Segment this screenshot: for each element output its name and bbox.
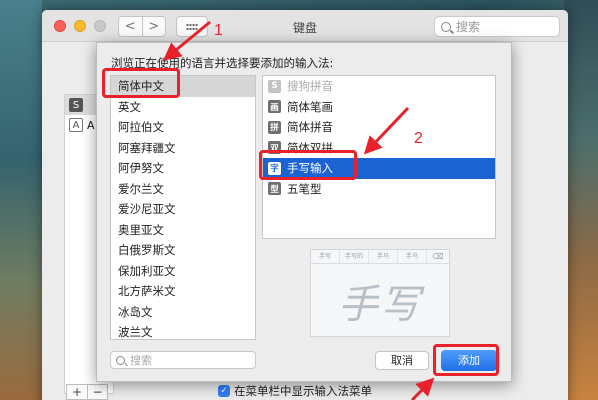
input-method-label: 五笔型	[287, 181, 322, 196]
search-icon	[441, 21, 451, 32]
pinyin-icon: 拼	[268, 120, 281, 134]
language-item[interactable]: 阿伊努文	[111, 158, 255, 179]
title-bar: < > 键盘 搜索	[42, 10, 568, 42]
wubi-icon: 型	[268, 182, 281, 196]
language-item[interactable]: 保加利亚文	[111, 261, 255, 282]
abc-icon: A	[69, 118, 83, 132]
desktop-wallpaper-right	[564, 0, 598, 400]
search-icon	[116, 355, 125, 365]
annotation-number-2: 2	[414, 130, 423, 147]
show-input-menu-label: 在菜单栏中显示输入法菜单	[234, 384, 372, 398]
language-item[interactable]: 奥里亚文	[111, 220, 255, 241]
desktop-wallpaper-left	[0, 0, 42, 400]
candidate-bar: 手写 手写的 手马 手乌 ⌫	[311, 250, 449, 264]
handwriting-sample: 手写	[338, 282, 422, 328]
window-search-field[interactable]: 搜索	[434, 16, 560, 37]
candidate-item: 手写	[311, 250, 340, 263]
language-item[interactable]: 阿拉伯文	[111, 117, 255, 138]
candidate-item: 手写的	[340, 250, 369, 263]
language-item[interactable]: 英文	[111, 97, 255, 118]
highlight-language-box	[102, 68, 180, 98]
input-source-label: A	[87, 118, 95, 132]
handwriting-preview: 手写 手写的 手马 手乌 ⌫ 手写	[310, 249, 450, 337]
candidate-item: 手乌	[398, 250, 427, 263]
language-item[interactable]: 北方萨米文	[111, 281, 255, 302]
input-method-label: 简体拼音	[287, 120, 333, 135]
language-item[interactable]: 冰岛文	[111, 302, 255, 323]
input-method-item[interactable]: 画 简体笔画	[263, 97, 495, 118]
stroke-icon: 画	[268, 100, 281, 114]
checkmark-icon: ✓	[218, 385, 230, 397]
window-search-placeholder: 搜索	[456, 20, 481, 34]
sogou-pinyin-icon: S	[268, 79, 281, 93]
input-method-item[interactable]: 型 五笔型	[263, 179, 495, 200]
show-input-menu-checkbox[interactable]: ✓ 在菜单栏中显示输入法菜单	[218, 383, 372, 399]
sogou-icon: S	[69, 98, 83, 112]
add-input-source-button[interactable]: +	[67, 385, 87, 399]
language-search-field[interactable]	[110, 351, 256, 369]
input-method-item[interactable]: 拼 简体拼音	[263, 117, 495, 138]
candidate-item: 手马	[369, 250, 398, 263]
language-item[interactable]: 爱沙尼亚文	[111, 199, 255, 220]
cancel-button[interactable]: 取消	[375, 351, 429, 370]
language-item[interactable]: 爱尔兰文	[111, 179, 255, 200]
language-item[interactable]: 波兰文	[111, 322, 255, 339]
highlight-method-box	[259, 150, 357, 180]
language-item[interactable]: 白俄罗斯文	[111, 240, 255, 261]
remove-input-source-button[interactable]: −	[87, 385, 107, 399]
input-method-item[interactable]: S 搜狗拼音	[263, 76, 495, 97]
add-remove-buttons: + −	[66, 384, 108, 400]
language-item[interactable]: 阿塞拜疆文	[111, 138, 255, 159]
language-list[interactable]: 简体中文 英文 阿拉伯文 阿塞拜疆文 阿伊努文 爱尔兰文 爱沙尼亚文 奥里亚文 …	[110, 75, 256, 340]
delete-icon: ⌫	[432, 252, 444, 261]
language-search-input[interactable]	[130, 353, 240, 367]
annotation-number-1: 1	[214, 22, 223, 39]
highlight-add-box	[433, 344, 499, 376]
input-method-label: 搜狗拼音	[287, 79, 333, 94]
input-method-label: 简体笔画	[287, 99, 333, 114]
